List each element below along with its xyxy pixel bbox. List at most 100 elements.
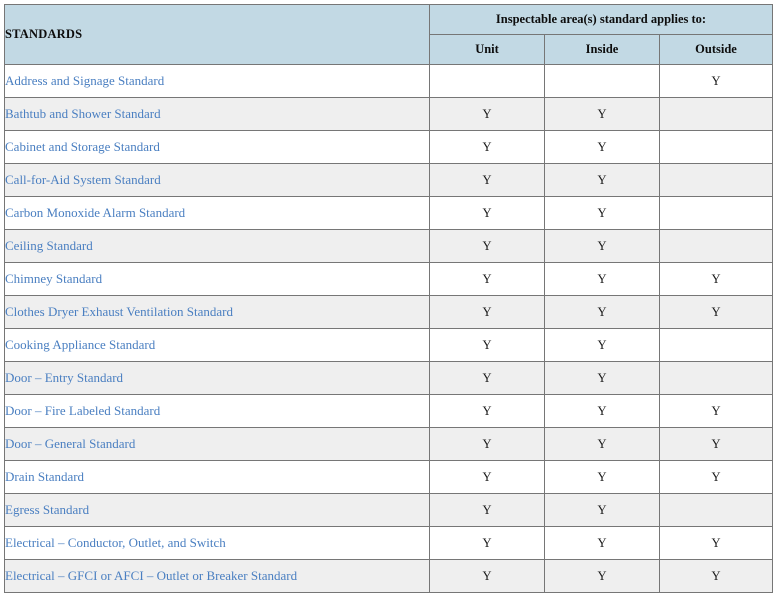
standard-name-cell: Electrical – GFCI or AFCI – Outlet or Br… bbox=[5, 560, 430, 593]
applies-unit-cell: Y bbox=[430, 428, 545, 461]
applies-outside-cell bbox=[660, 494, 773, 527]
applies-unit-cell bbox=[430, 65, 545, 98]
standard-link[interactable]: Cooking Appliance Standard bbox=[5, 337, 155, 352]
standard-name-cell: Carbon Monoxide Alarm Standard bbox=[5, 197, 430, 230]
applies-inside-cell: Y bbox=[545, 164, 660, 197]
standard-link[interactable]: Door – General Standard bbox=[5, 436, 135, 451]
applies-unit-cell: Y bbox=[430, 329, 545, 362]
applies-inside-cell: Y bbox=[545, 494, 660, 527]
applies-inside-cell bbox=[545, 65, 660, 98]
standard-link[interactable]: Chimney Standard bbox=[5, 271, 102, 286]
table-row: Electrical – Conductor, Outlet, and Swit… bbox=[5, 527, 773, 560]
table-row: Door – Entry Standard YY bbox=[5, 362, 773, 395]
table-row: Cooking Appliance Standard YY bbox=[5, 329, 773, 362]
standard-name-cell: Chimney Standard bbox=[5, 263, 430, 296]
standard-link[interactable]: Call-for-Aid System Standard bbox=[5, 172, 161, 187]
standard-name-cell: Cabinet and Storage Standard bbox=[5, 131, 430, 164]
applies-inside-cell: Y bbox=[545, 461, 660, 494]
applies-inside-cell: Y bbox=[545, 263, 660, 296]
applies-inside-cell: Y bbox=[545, 362, 660, 395]
standard-name-cell: Door – Entry Standard bbox=[5, 362, 430, 395]
applies-unit-cell: Y bbox=[430, 296, 545, 329]
table-row: Drain StandardYYY bbox=[5, 461, 773, 494]
applies-outside-cell bbox=[660, 164, 773, 197]
applies-unit-cell: Y bbox=[430, 362, 545, 395]
standard-name-cell: Call-for-Aid System Standard bbox=[5, 164, 430, 197]
table-row: Egress Standard YY bbox=[5, 494, 773, 527]
standard-link[interactable]: Ceiling Standard bbox=[5, 238, 93, 253]
applies-outside-cell: Y bbox=[660, 65, 773, 98]
applies-unit-cell: Y bbox=[430, 131, 545, 164]
standard-name-cell: Electrical – Conductor, Outlet, and Swit… bbox=[5, 527, 430, 560]
standard-link[interactable]: Egress Standard bbox=[5, 502, 89, 517]
table-row: Chimney StandardYYY bbox=[5, 263, 773, 296]
standard-link[interactable]: Drain Standard bbox=[5, 469, 84, 484]
standard-link[interactable]: Bathtub and Shower Standard bbox=[5, 106, 161, 121]
column-header-standards: STANDARDS bbox=[5, 5, 430, 65]
column-header-inspectable-areas: Inspectable area(s) standard applies to: bbox=[430, 5, 773, 35]
applies-unit-cell: Y bbox=[430, 461, 545, 494]
standard-name-cell: Clothes Dryer Exhaust Ventilation Standa… bbox=[5, 296, 430, 329]
standard-name-cell: Drain Standard bbox=[5, 461, 430, 494]
standard-name-cell: Bathtub and Shower Standard bbox=[5, 98, 430, 131]
standard-link[interactable]: Clothes Dryer Exhaust Ventilation Standa… bbox=[5, 304, 233, 319]
applies-outside-cell: Y bbox=[660, 560, 773, 593]
applies-outside-cell: Y bbox=[660, 395, 773, 428]
standard-link[interactable]: Door – Entry Standard bbox=[5, 370, 123, 385]
standard-name-cell: Cooking Appliance Standard bbox=[5, 329, 430, 362]
applies-unit-cell: Y bbox=[430, 197, 545, 230]
applies-inside-cell: Y bbox=[545, 329, 660, 362]
applies-inside-cell: Y bbox=[545, 98, 660, 131]
applies-outside-cell: Y bbox=[660, 263, 773, 296]
table-row: Electrical – GFCI or AFCI – Outlet or Br… bbox=[5, 560, 773, 593]
table-header: STANDARDS Inspectable area(s) standard a… bbox=[5, 5, 773, 65]
table-row: Bathtub and Shower Standard YY bbox=[5, 98, 773, 131]
standard-name-cell: Egress Standard bbox=[5, 494, 430, 527]
header-row-primary: STANDARDS Inspectable area(s) standard a… bbox=[5, 5, 773, 35]
column-header-inside: Inside bbox=[545, 35, 660, 65]
applies-unit-cell: Y bbox=[430, 560, 545, 593]
standard-link[interactable]: Electrical – GFCI or AFCI – Outlet or Br… bbox=[5, 568, 297, 583]
standards-table: STANDARDS Inspectable area(s) standard a… bbox=[4, 4, 773, 593]
page-container: STANDARDS Inspectable area(s) standard a… bbox=[0, 0, 779, 593]
standard-link[interactable]: Carbon Monoxide Alarm Standard bbox=[5, 205, 185, 220]
table-body: Address and Signage StandardYBathtub and… bbox=[5, 65, 773, 593]
applies-unit-cell: Y bbox=[430, 527, 545, 560]
applies-inside-cell: Y bbox=[545, 131, 660, 164]
table-row: Call-for-Aid System Standard YY bbox=[5, 164, 773, 197]
applies-outside-cell bbox=[660, 131, 773, 164]
applies-unit-cell: Y bbox=[430, 98, 545, 131]
applies-outside-cell bbox=[660, 362, 773, 395]
table-row: Carbon Monoxide Alarm Standard YY bbox=[5, 197, 773, 230]
applies-unit-cell: Y bbox=[430, 263, 545, 296]
table-row: Address and Signage Standard Y bbox=[5, 65, 773, 98]
applies-unit-cell: Y bbox=[430, 395, 545, 428]
standard-link[interactable]: Electrical – Conductor, Outlet, and Swit… bbox=[5, 535, 226, 550]
table-row: Cabinet and Storage Standard YY bbox=[5, 131, 773, 164]
applies-unit-cell: Y bbox=[430, 494, 545, 527]
applies-inside-cell: Y bbox=[545, 395, 660, 428]
applies-outside-cell: Y bbox=[660, 527, 773, 560]
column-header-unit: Unit bbox=[430, 35, 545, 65]
applies-outside-cell: Y bbox=[660, 461, 773, 494]
standard-link[interactable]: Cabinet and Storage Standard bbox=[5, 139, 160, 154]
standard-link[interactable]: Address and Signage Standard bbox=[5, 73, 164, 88]
applies-inside-cell: Y bbox=[545, 197, 660, 230]
applies-outside-cell bbox=[660, 230, 773, 263]
table-row: Door – General StandardYYY bbox=[5, 428, 773, 461]
applies-outside-cell bbox=[660, 98, 773, 131]
standard-name-cell: Door – Fire Labeled Standard bbox=[5, 395, 430, 428]
standard-name-cell: Address and Signage Standard bbox=[5, 65, 430, 98]
applies-inside-cell: Y bbox=[545, 296, 660, 329]
standard-link[interactable]: Door – Fire Labeled Standard bbox=[5, 403, 160, 418]
applies-inside-cell: Y bbox=[545, 527, 660, 560]
applies-inside-cell: Y bbox=[545, 230, 660, 263]
applies-inside-cell: Y bbox=[545, 428, 660, 461]
applies-unit-cell: Y bbox=[430, 164, 545, 197]
table-row: Ceiling Standard YY bbox=[5, 230, 773, 263]
applies-outside-cell bbox=[660, 329, 773, 362]
standard-name-cell: Door – General Standard bbox=[5, 428, 430, 461]
table-row: Door – Fire Labeled StandardYYY bbox=[5, 395, 773, 428]
applies-unit-cell: Y bbox=[430, 230, 545, 263]
column-header-outside: Outside bbox=[660, 35, 773, 65]
